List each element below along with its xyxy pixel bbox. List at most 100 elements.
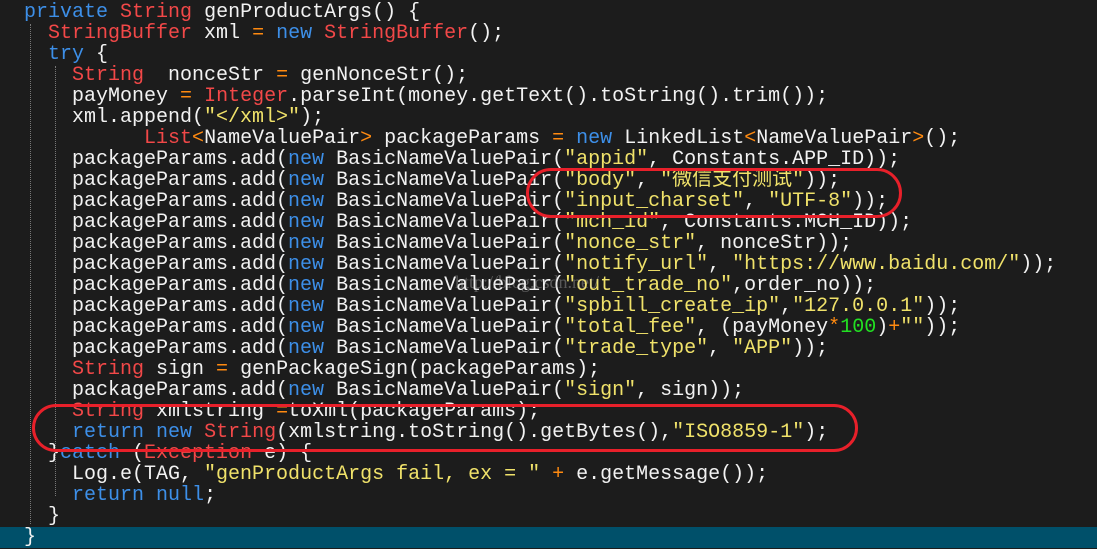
code-token-str: "https://www.baidu.com/" xyxy=(732,253,1021,276)
code-line[interactable]: private String genProductArgs() { xyxy=(0,2,1097,23)
code-token-str: "sign" xyxy=(564,379,637,402)
code-token-str: "genProductArgs fail, ex = " xyxy=(204,463,541,486)
code-token-plain: packageParams.add( xyxy=(0,232,289,255)
code-token-op: = xyxy=(216,358,229,381)
code-line[interactable]: packageParams.add(new BasicNameValuePair… xyxy=(0,149,1097,170)
code-token-plain: ,order_no)); xyxy=(732,274,877,297)
code-token-plain: .parseInt(money.getText().toString().tri… xyxy=(288,85,829,108)
code-line[interactable]: String xmlstring =toXml(packageParams); xyxy=(0,401,1097,422)
code-token-plain: packageParams.add( xyxy=(0,253,289,276)
code-token-plain: packageParams.add( xyxy=(0,337,289,360)
code-line[interactable]: packageParams.add(new BasicNameValuePair… xyxy=(0,296,1097,317)
code-token-plain: packageParams.add( xyxy=(0,295,289,318)
code-line[interactable]: packageParams.add(new BasicNameValuePair… xyxy=(0,212,1097,233)
code-token-kw: new xyxy=(156,421,193,444)
code-token-plain: BasicNameValuePair( xyxy=(324,337,565,360)
code-token-op: + xyxy=(888,316,901,339)
code-token-plain: xml xyxy=(192,22,253,45)
code-line[interactable]: } xyxy=(0,506,1097,527)
code-token-str: "" xyxy=(900,316,925,339)
code-token-plain: packageParams.add( xyxy=(0,274,289,297)
code-token-plain: , xyxy=(708,337,733,360)
code-token-kw: new xyxy=(276,22,313,45)
code-token-plain: )); xyxy=(924,316,961,339)
code-token-kw: new xyxy=(288,316,325,339)
code-line[interactable]: }catch (Exception e) { xyxy=(0,443,1097,464)
code-line[interactable]: return new String(xmlstring.toString().g… xyxy=(0,422,1097,443)
code-token-plain: )); xyxy=(1020,253,1057,276)
code-token-str: "trade_type" xyxy=(564,337,709,360)
code-token-type: String xyxy=(72,64,145,87)
code-token-str: "ISO8859-1" xyxy=(672,421,805,444)
code-token-kw: new xyxy=(288,190,325,213)
code-token-str: "body" xyxy=(564,169,637,192)
code-line[interactable]: String nonceStr = genNonceStr(); xyxy=(0,65,1097,86)
code-token-plain: packageParams.add( xyxy=(0,379,289,402)
code-token-type: StringBuffer xyxy=(48,22,193,45)
code-line[interactable]: xml.append("</xml>"); xyxy=(0,107,1097,128)
code-token-plain: NameValuePair xyxy=(204,127,361,150)
code-token-plain: sign xyxy=(144,358,217,381)
code-line[interactable]: return null; xyxy=(0,485,1097,506)
code-token-kw: new xyxy=(288,169,325,192)
code-token-kw: return xyxy=(72,421,145,444)
code-token-plain: genPackageSign(packageParams); xyxy=(228,358,601,381)
code-token-plain: payMoney xyxy=(0,85,181,108)
code-token-plain: (xmlstring.toString().getBytes(), xyxy=(276,421,673,444)
code-token-plain: toXml(packageParams); xyxy=(288,400,541,423)
code-token-plain: BasicNameValuePair( xyxy=(324,169,565,192)
code-token-plain: ); xyxy=(300,106,325,129)
code-token-op: < xyxy=(192,127,205,150)
code-token-type: List xyxy=(144,127,193,150)
code-token-plain: , sign)); xyxy=(636,379,745,402)
code-token-str: "mch_id" xyxy=(564,211,661,234)
code-token-plain: packageParams.add( xyxy=(0,211,289,234)
code-line[interactable]: packageParams.add(new BasicNameValuePair… xyxy=(0,191,1097,212)
code-token-plain: ) xyxy=(876,316,889,339)
code-line[interactable]: packageParams.add(new BasicNameValuePair… xyxy=(0,317,1097,338)
code-token-plain: , xyxy=(708,253,733,276)
code-line[interactable]: StringBuffer xml = new StringBuffer(); xyxy=(0,23,1097,44)
indent-guide xyxy=(55,66,56,496)
code-line[interactable]: Log.e(TAG, "genProductArgs fail, ex = " … xyxy=(0,464,1097,485)
code-token-str: "127.0.0.1" xyxy=(792,295,925,318)
code-token-plain: packageParams.add( xyxy=(0,148,289,171)
code-line[interactable]: packageParams.add(new BasicNameValuePair… xyxy=(0,380,1097,401)
code-token-kw: new xyxy=(288,232,325,255)
code-token-str: "total_fee" xyxy=(564,316,697,339)
code-token-str: "appid" xyxy=(564,148,649,171)
code-token-kw: try xyxy=(48,43,85,66)
code-token-kw: new xyxy=(288,337,325,360)
code-token-plain: BasicNameValuePair( xyxy=(324,190,565,213)
code-token-plain: BasicNameValuePair( xyxy=(324,232,565,255)
code-token-type: String xyxy=(120,1,193,24)
code-line[interactable]: try { xyxy=(0,44,1097,65)
code-token-type: String xyxy=(72,400,145,423)
code-token-str: "input_charset" xyxy=(564,190,745,213)
code-token-op: = xyxy=(180,85,193,108)
code-token-plain: ; xyxy=(204,484,217,507)
code-line[interactable]: String sign = genPackageSign(packagePara… xyxy=(0,359,1097,380)
code-token-plain: ); xyxy=(804,421,829,444)
code-token-plain: )); xyxy=(792,337,829,360)
code-line[interactable]: packageParams.add(new BasicNameValuePair… xyxy=(0,338,1097,359)
code-token-plain: genProductArgs() { xyxy=(192,1,421,24)
code-line[interactable]: packageParams.add(new BasicNameValuePair… xyxy=(0,170,1097,191)
code-line-current[interactable]: } xyxy=(0,527,1097,548)
code-line[interactable]: List<NameValuePair> packageParams = new … xyxy=(0,128,1097,149)
code-token-kw: null xyxy=(156,484,205,507)
watermark: http://blog.csdn.net/ xyxy=(455,272,599,292)
code-token-kw: new xyxy=(288,295,325,318)
code-line[interactable]: packageParams.add(new BasicNameValuePair… xyxy=(0,233,1097,254)
code-token-kw: new xyxy=(288,274,325,297)
code-token-str: "APP" xyxy=(732,337,793,360)
code-line[interactable]: payMoney = Integer.parseInt(money.getTex… xyxy=(0,86,1097,107)
code-token-plain: LinkedList xyxy=(612,127,745,150)
